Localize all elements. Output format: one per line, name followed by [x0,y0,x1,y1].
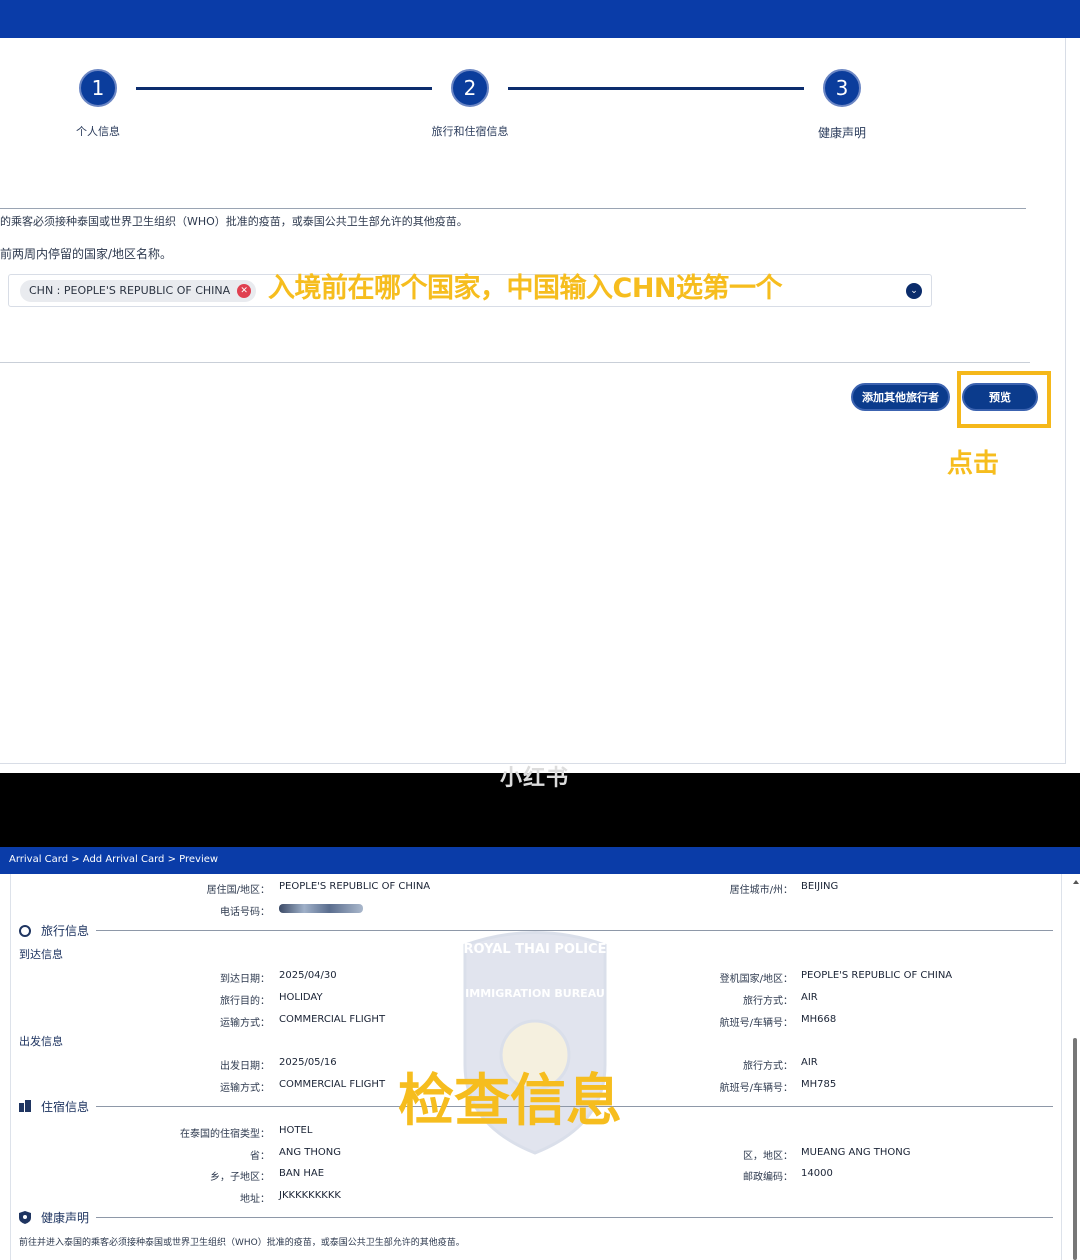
preview-scrollbar[interactable] [1072,880,1079,1260]
phone-value-redacted [279,904,363,913]
step-2-circle[interactable]: 2 [451,69,489,107]
selected-country-label: CHN : PEOPLE'S REPUBLIC OF CHINA [29,284,231,297]
step-1-label: 个人信息 [76,125,120,138]
subdistrict-value: BAN HAE [279,1168,325,1179]
preview-highlight-box [957,371,1051,428]
seal-text-top: ROYAL THAI POLICE [464,942,607,957]
step-3-label: 健康声明 [817,126,866,140]
accommodation-type-value: HOTEL [279,1125,313,1136]
vaccine-notice: 的乘客必须接种泰国或世界卫生组织（WHO）批准的疫苗，或泰国公共卫生部允许的其他… [0,215,468,228]
arrival-mode-value: AIR [801,992,818,1003]
step-1-number: 1 [91,76,105,100]
countries-question: 前两周内停留的国家/地区名称。 [0,247,173,261]
shield-icon [19,1211,31,1224]
country-hint-annotation: 入境前在哪个国家，中国输入CHN选第一个 [268,273,783,304]
arrival-flight-value: MH668 [801,1014,837,1025]
arrival-title: 到达信息 [19,948,63,961]
travel-section-line [96,930,1053,931]
departure-date-value: 2025/05/16 [279,1057,337,1068]
departure-flight-label: 航班号/车辆号： [719,1083,793,1094]
province-label: 省： [250,1151,270,1162]
board-country-label: 登机国家/地区： [719,974,793,985]
scrollbar-thumb[interactable] [1073,1038,1077,1260]
form-bottom-border [0,362,1030,363]
residence-country-label: 居住国/地区： [206,885,270,896]
step-connector-1 [136,87,432,90]
check-info-annotation: 检查信息 [398,1069,622,1134]
click-hint-annotation: 点击 [947,449,1000,479]
add-traveler-button[interactable]: 添加其他旅行者 [851,383,950,411]
arrival-transport-value: COMMERCIAL FLIGHT [279,1014,386,1025]
chip-remove-icon[interactable]: ✕ [237,284,252,298]
watermark-text: 小红书 [500,766,570,791]
province-value: ANG THONG [279,1147,341,1158]
section-divider [0,208,1026,209]
chevron-down-icon[interactable]: ⌄ [906,283,922,299]
travel-section-title: 旅行信息 [41,924,90,938]
breadcrumb[interactable]: Arrival Card > Add Arrival Card > Previe… [9,854,218,865]
postcode-value: 14000 [801,1168,833,1179]
step-3-circle[interactable]: 3 [823,69,861,107]
residence-city-label: 居住城市/州： [729,885,793,896]
postcode-label: 邮政编码： [743,1172,793,1183]
health-section-title: 健康声明 [41,1211,90,1225]
step-2-label: 旅行和住宿信息 [431,125,509,138]
district-label: 区，地区： [743,1151,793,1162]
district-value: MUEANG ANG THONG [801,1147,911,1158]
scroll-up-icon[interactable] [1073,880,1079,884]
purpose-label: 旅行目的： [220,996,270,1007]
step-3-number: 3 [835,76,849,100]
purpose-value: HOLIDAY [279,992,323,1003]
departure-flight-value: MH785 [801,1079,837,1090]
arrival-date-label: 到达日期： [220,974,270,985]
step-connector-2 [508,87,804,90]
top-header-bar [0,0,1080,38]
board-country-value: PEOPLE'S REPUBLIC OF CHINA [801,970,953,981]
arrival-date-value: 2025/04/30 [279,970,337,981]
step-2-number: 2 [463,76,477,100]
departure-transport-label: 运输方式： [220,1083,270,1094]
residence-city-value: BEIJING [801,881,839,892]
address-label: 地址： [240,1194,270,1205]
subdistrict-label: 乡，子地区： [210,1172,270,1183]
accommodation-type-label: 在泰国的住宿类型： [180,1129,270,1140]
arrival-flight-label: 航班号/车辆号： [719,1018,793,1029]
departure-mode-value: AIR [801,1057,818,1068]
globe-icon [19,925,31,937]
arrival-mode-label: 旅行方式： [743,996,793,1007]
departure-date-label: 出发日期： [220,1061,270,1072]
departure-transport-value: COMMERCIAL FLIGHT [279,1079,386,1090]
phone-label: 电话号码： [220,907,270,918]
address-value: JKKKKKKKKK [279,1190,341,1201]
departure-mode-label: 旅行方式： [743,1061,793,1072]
step-1-circle[interactable]: 1 [79,69,117,107]
seal-text-mid: IMMIGRATION BUREAU [465,987,605,1000]
departure-title: 出发信息 [19,1035,63,1048]
selected-country-chip[interactable]: CHN : PEOPLE'S REPUBLIC OF CHINA ✕ [20,280,257,302]
building-icon [19,1100,31,1112]
health-notice: 前往并进入泰国的乘客必须接种泰国或世界卫生组织（WHO）批准的疫苗，或泰国公共卫… [19,1238,465,1248]
arrival-transport-label: 运输方式： [220,1018,270,1029]
accommodation-section-title: 住宿信息 [41,1100,90,1114]
health-section-line [96,1217,1053,1218]
residence-country-value: PEOPLE'S REPUBLIC OF CHINA [279,881,431,892]
